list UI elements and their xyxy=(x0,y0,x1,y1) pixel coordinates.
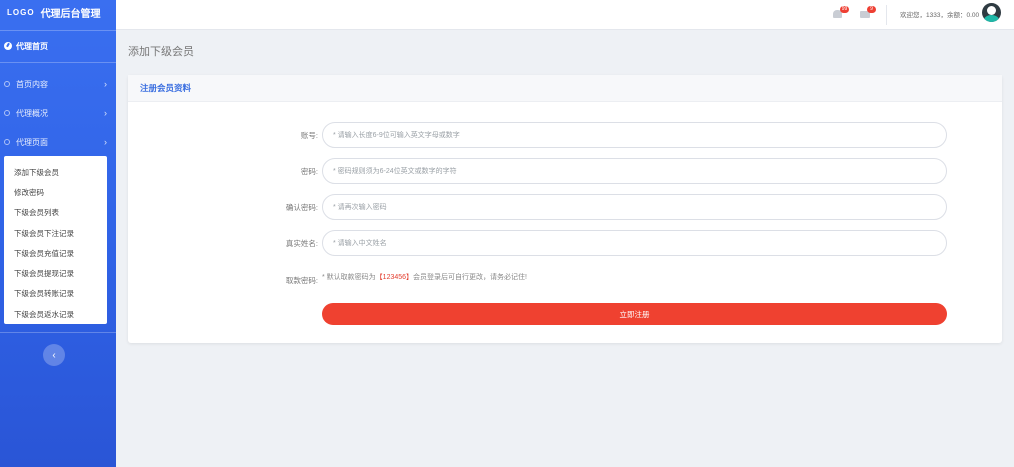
register-button[interactable]: 立即注册 xyxy=(322,303,947,325)
submenu-item-add-member[interactable]: 添加下级会员 xyxy=(4,162,107,182)
sidebar-item-label: 代理概况 xyxy=(16,108,48,118)
submenu-item-withdraw-records[interactable]: 下级会员提现记录 xyxy=(4,263,107,283)
dashboard-icon xyxy=(4,42,12,50)
password-label: 密码: xyxy=(300,167,318,176)
chevron-left-icon: ‹ xyxy=(52,349,56,361)
divider xyxy=(0,62,116,63)
note-prefix: * 默认取款密码为 xyxy=(322,274,376,281)
divider xyxy=(0,332,116,333)
password-input[interactable] xyxy=(322,158,947,184)
account-input[interactable] xyxy=(322,122,947,148)
gear-icon xyxy=(4,139,10,145)
sidebar-item-content[interactable]: 首页内容 › xyxy=(0,74,116,94)
logo: LOGO xyxy=(7,7,35,17)
welcome-text: 欢迎您，1333，余额：0.00 xyxy=(900,12,980,19)
submenu-item-change-password[interactable]: 修改密码 xyxy=(4,182,107,202)
sidebar: LOGO 代理后台管理 代理首页 首页内容 › 代理概况 › 代理页面 › 添加… xyxy=(0,0,116,467)
sidebar-item-agent-pages[interactable]: 代理页面 › xyxy=(0,132,116,152)
register-panel: 注册会员资料 账号: 密码: 确认密码: 真实姓名: 取款密码: * 默认取款密… xyxy=(128,75,1002,343)
submenu-item-transfer-records[interactable]: 下级会员转账记录 xyxy=(4,284,107,304)
sidebar-item-label: 首页内容 xyxy=(16,79,48,89)
gear-icon xyxy=(4,110,10,116)
notification-button[interactable]: 99 xyxy=(833,6,849,18)
chevron-right-icon: › xyxy=(104,79,107,89)
submenu-item-deposit-records[interactable]: 下级会员充值记录 xyxy=(4,243,107,263)
confirm-password-input[interactable] xyxy=(322,194,947,220)
app-title: 代理后台管理 xyxy=(40,8,101,20)
chevron-right-icon: › xyxy=(104,108,107,118)
withdraw-password-label: 取款密码: xyxy=(285,276,318,285)
divider xyxy=(0,30,116,31)
logo-bar: LOGO 代理后台管理 xyxy=(0,0,116,24)
withdraw-password-note: * 默认取款密码为【123456】会员登录后可自行更改，请务必记住! xyxy=(322,272,527,282)
agent-pages-submenu: 添加下级会员 修改密码 下级会员列表 下级会员下注记录 下级会员充值记录 下级会… xyxy=(4,156,107,324)
user-face-icon xyxy=(987,6,996,15)
note-suffix: 会员登录后可自行更改，请务必记住! xyxy=(413,274,527,281)
real-name-label: 真实姓名: xyxy=(285,239,318,248)
sidebar-item-label: 代理页面 xyxy=(16,137,48,147)
real-name-row: 真实姓名: xyxy=(128,230,1002,256)
chevron-right-icon: › xyxy=(104,137,107,147)
submenu-item-member-list[interactable]: 下级会员列表 xyxy=(4,203,107,223)
account-row: 账号: xyxy=(128,122,1002,148)
real-name-input[interactable] xyxy=(322,230,947,256)
submenu-item-rebate-records[interactable]: 下级会员返水记录 xyxy=(4,304,107,324)
panel-title: 注册会员资料 xyxy=(128,75,1002,102)
confirm-password-label: 确认密码: xyxy=(285,203,318,212)
sidebar-item-home[interactable]: 代理首页 xyxy=(0,36,116,56)
collapse-sidebar-button[interactable]: ‹ xyxy=(43,344,65,366)
top-header: 99 9 欢迎您，1333，余额：0.00 xyxy=(116,0,1014,30)
default-password-value: 【123456】 xyxy=(375,274,414,281)
divider xyxy=(886,5,887,25)
sidebar-item-label: 代理首页 xyxy=(16,41,48,51)
messages-button[interactable]: 9 xyxy=(860,6,876,18)
notification-badge: 99 xyxy=(840,6,849,13)
user-icon xyxy=(984,15,999,22)
account-label: 账号: xyxy=(300,131,318,140)
password-row: 密码: xyxy=(128,158,1002,184)
sidebar-item-overview[interactable]: 代理概况 › xyxy=(0,103,116,123)
message-badge: 9 xyxy=(867,6,876,13)
withdraw-password-row: 取款密码: * 默认取款密码为【123456】会员登录后可自行更改，请务必记住! xyxy=(128,267,1002,293)
confirm-password-row: 确认密码: xyxy=(128,194,1002,220)
page-title: 添加下级会员 xyxy=(128,46,194,58)
submenu-item-bet-records[interactable]: 下级会员下注记录 xyxy=(4,223,107,243)
avatar[interactable] xyxy=(982,3,1001,22)
gear-icon xyxy=(4,81,10,87)
